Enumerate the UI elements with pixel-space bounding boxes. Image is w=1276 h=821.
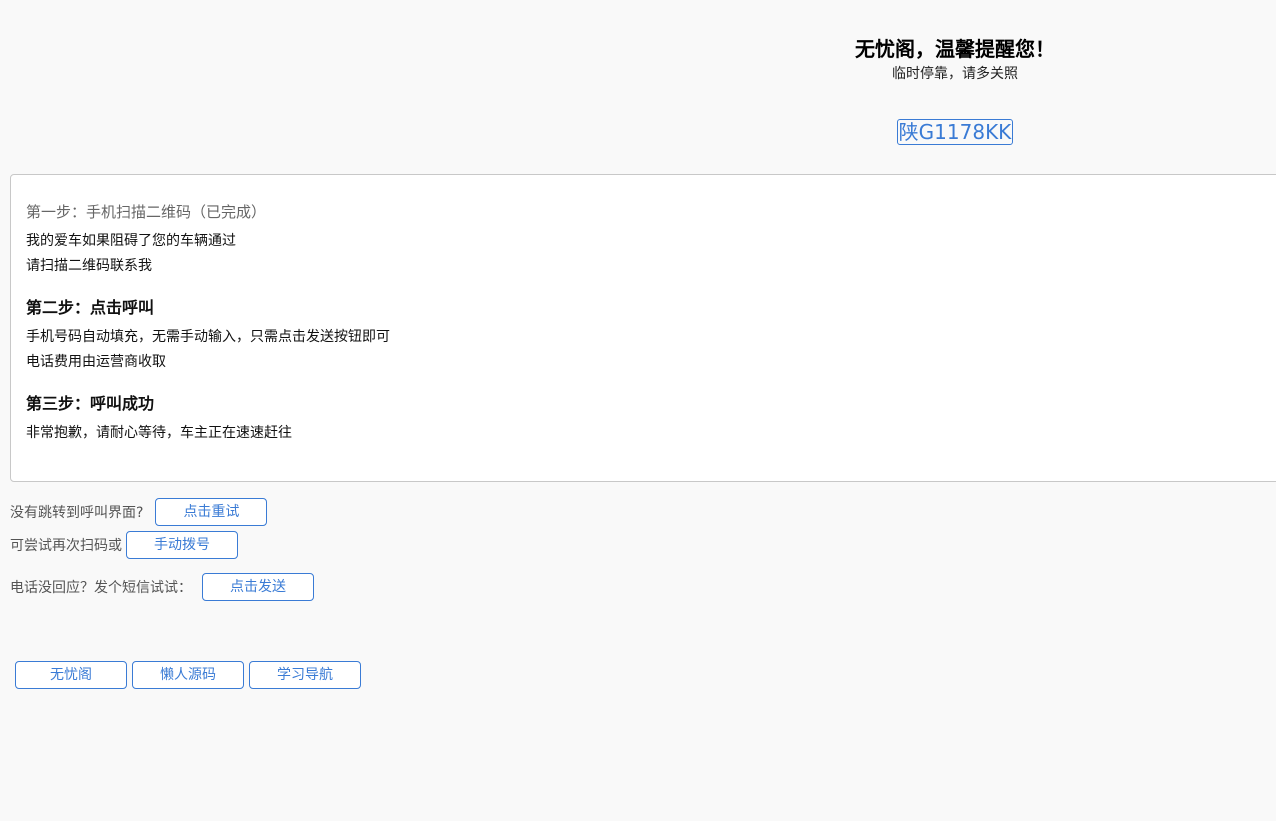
step3-title: 第三步：呼叫成功 [26, 394, 155, 413]
page-title: 无忧阁，温馨提醒您！ [855, 37, 1055, 61]
send-sms-button[interactable]: 点击发送 [202, 573, 314, 601]
retry-row: 没有跳转到呼叫界面? 点击重试 [10, 498, 268, 526]
footer-link-lanren-source[interactable]: 懒人源码 [132, 661, 244, 689]
steps-panel: 第一步：手机扫描二维码（已完成） 我的爱车如果阻碍了您的车辆通过 请扫描二维码联… [10, 174, 1276, 482]
footer-link-study-nav[interactable]: 学习导航 [249, 661, 361, 689]
license-plate[interactable]: 陕G1178KK [896, 119, 1014, 145]
step3-line-1: 非常抱歉，请耐心等待，车主正在速速赶往 [26, 425, 292, 441]
sms-prompt: 电话没回应？发个短信试试： [10, 580, 192, 596]
step1-title: 第一步：手机扫描二维码（已完成） [26, 203, 267, 221]
step2-line-1: 手机号码自动填充，无需手动输入，只需点击发送按钮即可 [26, 329, 390, 345]
dial-row: 可尝试再次扫码或 手动拨号 [10, 531, 238, 559]
retry-button[interactable]: 点击重试 [155, 498, 268, 526]
manual-dial-button[interactable]: 手动拨号 [126, 531, 238, 559]
retry-prompt: 没有跳转到呼叫界面? [10, 505, 144, 521]
footer-link-wuyouge[interactable]: 无忧阁 [15, 661, 127, 689]
step1-line-1: 我的爱车如果阻碍了您的车辆通过 [26, 233, 236, 249]
dial-prompt: 可尝试再次扫码或 [10, 538, 122, 554]
header: 无忧阁，温馨提醒您！ 临时停靠，请多关照 陕G1178KK [755, 34, 1155, 145]
page-subtitle: 临时停靠，请多关照 [892, 66, 1018, 82]
step1-line-2: 请扫描二维码联系我 [26, 258, 152, 274]
page: 无忧阁，温馨提醒您！ 临时停靠，请多关照 陕G1178KK 第一步：手机扫描二维… [0, 0, 1276, 821]
step2-line-2: 电话费用由运营商收取 [26, 354, 166, 370]
sms-row: 电话没回应？发个短信试试： 点击发送 [10, 573, 314, 601]
step2-title: 第二步：点击呼叫 [26, 298, 155, 317]
footer-links: 无忧阁 懒人源码 学习导航 [15, 661, 361, 689]
